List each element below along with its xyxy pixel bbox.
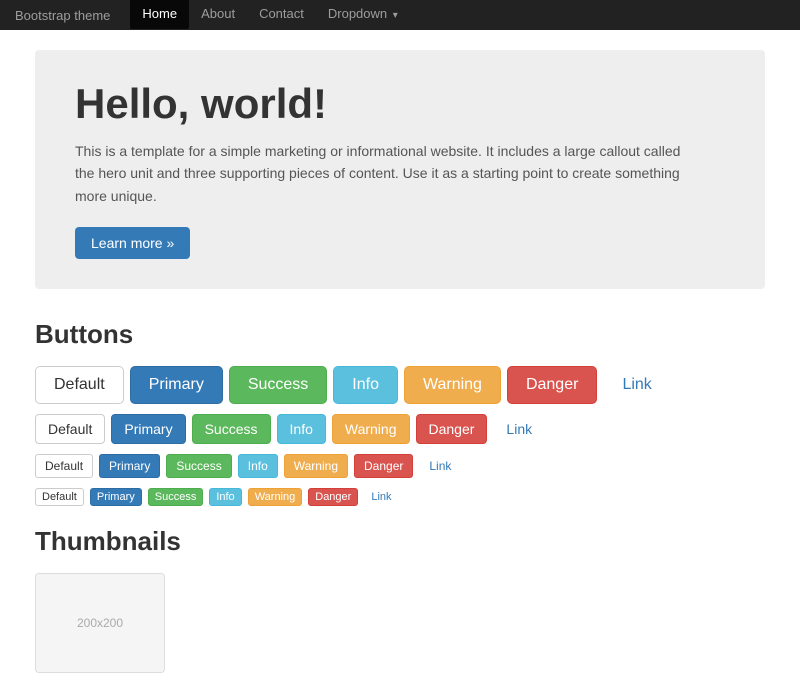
- main-content: Hello, world! This is a template for a s…: [20, 30, 780, 693]
- btn-link-md[interactable]: Link: [493, 414, 545, 444]
- nav-item-contact[interactable]: Contact: [247, 0, 316, 31]
- learn-more-button[interactable]: Learn more »: [75, 227, 190, 259]
- thumbnail-label: 200x200: [77, 616, 123, 630]
- btn-default-xs[interactable]: Default: [35, 488, 84, 506]
- btn-success-xs[interactable]: Success: [148, 488, 204, 506]
- buttons-section-title: Buttons: [35, 319, 765, 350]
- navbar-brand[interactable]: Bootstrap theme: [15, 8, 110, 23]
- navbar-nav: Home About Contact Dropdown ▾: [130, 0, 409, 31]
- hero-title: Hello, world!: [75, 80, 725, 128]
- hero-description: This is a template for a simple marketin…: [75, 140, 695, 207]
- nav-item-about[interactable]: About: [189, 0, 247, 31]
- btn-warning-sm[interactable]: Warning: [284, 454, 348, 478]
- thumbnail-item[interactable]: 200x200: [35, 573, 165, 673]
- btn-default-md[interactable]: Default: [35, 414, 105, 444]
- navbar: Bootstrap theme Home About Contact Dropd…: [0, 0, 800, 30]
- btn-info-xs[interactable]: Info: [209, 488, 241, 506]
- btn-danger-xs[interactable]: Danger: [308, 488, 358, 506]
- btn-primary-sm[interactable]: Primary: [99, 454, 160, 478]
- btn-warning-md[interactable]: Warning: [332, 414, 410, 444]
- button-row-small: Default Primary Success Info Warning Dan…: [35, 454, 765, 478]
- btn-danger-sm[interactable]: Danger: [354, 454, 413, 478]
- chevron-down-icon: ▾: [393, 10, 398, 21]
- btn-success-md[interactable]: Success: [192, 414, 271, 444]
- btn-link-sm[interactable]: Link: [419, 454, 461, 478]
- btn-success-lg[interactable]: Success: [229, 366, 327, 404]
- nav-link-home[interactable]: Home: [130, 0, 189, 29]
- btn-primary-xs[interactable]: Primary: [90, 488, 142, 506]
- btn-warning-xs[interactable]: Warning: [248, 488, 303, 506]
- button-row-large: Default Primary Success Info Warning Dan…: [35, 366, 765, 404]
- nav-item-dropdown[interactable]: Dropdown ▾: [316, 0, 410, 31]
- btn-primary-md[interactable]: Primary: [111, 414, 185, 444]
- btn-default-sm[interactable]: Default: [35, 454, 93, 478]
- btn-link-lg[interactable]: Link: [603, 366, 670, 404]
- nav-item-home[interactable]: Home: [130, 0, 189, 31]
- hero-section: Hello, world! This is a template for a s…: [35, 50, 765, 289]
- btn-danger-md[interactable]: Danger: [416, 414, 488, 444]
- btn-info-lg[interactable]: Info: [333, 366, 398, 404]
- nav-link-about[interactable]: About: [189, 0, 247, 29]
- btn-link-xs[interactable]: Link: [364, 488, 398, 506]
- thumbnails-section-title: Thumbnails: [35, 526, 765, 557]
- btn-success-sm[interactable]: Success: [166, 454, 231, 478]
- btn-default-lg[interactable]: Default: [35, 366, 124, 404]
- buttons-section: Buttons Default Primary Success Info War…: [35, 319, 765, 506]
- btn-info-md[interactable]: Info: [277, 414, 326, 444]
- nav-link-dropdown[interactable]: Dropdown ▾: [316, 0, 410, 31]
- btn-primary-lg[interactable]: Primary: [130, 366, 223, 404]
- btn-info-sm[interactable]: Info: [238, 454, 278, 478]
- btn-danger-lg[interactable]: Danger: [507, 366, 597, 404]
- button-row-xsmall: Default Primary Success Info Warning Dan…: [35, 488, 765, 506]
- btn-warning-lg[interactable]: Warning: [404, 366, 501, 404]
- button-row-default: Default Primary Success Info Warning Dan…: [35, 414, 765, 444]
- nav-link-contact[interactable]: Contact: [247, 0, 316, 29]
